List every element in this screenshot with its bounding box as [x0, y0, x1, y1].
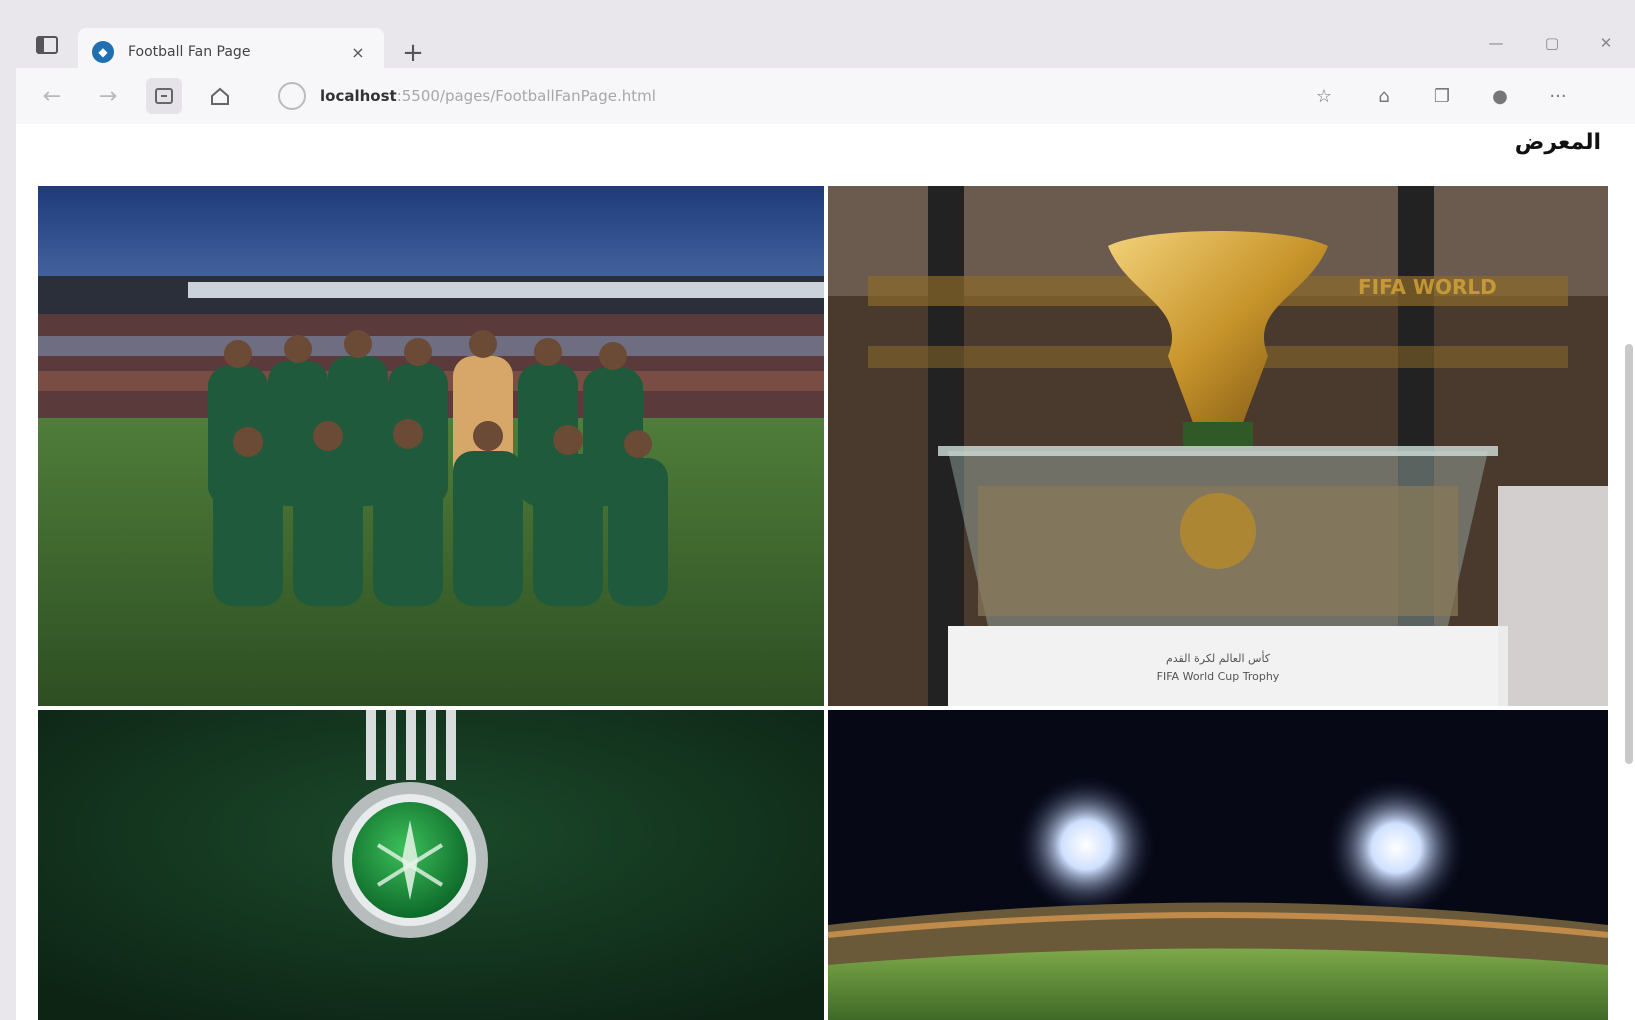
browser-window: ◆ Football Fan Page × + — ▢ ✕ ← → localh… — [0, 0, 1635, 1020]
page-title: المعرض — [1514, 130, 1601, 155]
stadium-icon — [828, 710, 1608, 1020]
browser-toolbar: ← → localhost :5500/pages/FootballFanPag… — [16, 68, 1635, 124]
address-bar[interactable]: localhost :5500/pages/FootballFanPage.ht… — [278, 76, 1328, 116]
more-menu-icon[interactable]: ··· — [1542, 80, 1574, 112]
minimize-icon[interactable]: — — [1476, 28, 1516, 58]
back-icon[interactable]: ← — [34, 78, 70, 114]
tab-strip: ◆ Football Fan Page × + — ▢ ✕ — [0, 8, 1635, 76]
trophy-icon: كأس العالم لكرة القدم FIFA World Cup Tro… — [828, 186, 1608, 706]
page-content: المعرض كأس العالم لكرة القدم FIFA World … — [16, 124, 1635, 1020]
trophy-banner-text: FIFA WORLD — [1358, 275, 1497, 299]
site-info-icon[interactable] — [278, 82, 306, 110]
site-favicon-icon: ◆ — [92, 41, 114, 63]
new-tab-button[interactable]: + — [398, 38, 428, 68]
gallery-image-stadium-night[interactable] — [828, 710, 1608, 1020]
trophy-caption-line1: كأس العالم لكرة القدم — [1166, 650, 1271, 665]
trophy-caption-line2: FIFA World Cup Trophy — [1157, 670, 1280, 683]
team-photo-icon — [38, 186, 824, 706]
emblem-icon — [38, 710, 824, 1020]
page-scrollbar[interactable] — [1625, 344, 1633, 764]
maximize-icon[interactable]: ▢ — [1532, 28, 1572, 58]
extensions-icon[interactable]: ⌂ — [1368, 80, 1400, 112]
url-path: :5500/pages/FootballFanPage.html — [396, 87, 656, 105]
collections-icon[interactable]: ❐ — [1426, 80, 1458, 112]
refresh-icon[interactable] — [146, 78, 182, 114]
tab-actions-icon[interactable] — [30, 30, 64, 60]
gallery-image-world-cup-trophy[interactable]: كأس العالم لكرة القدم FIFA World Cup Tro… — [828, 186, 1608, 706]
close-icon[interactable]: × — [346, 40, 370, 64]
home-icon[interactable] — [202, 78, 238, 114]
favorites-star-icon[interactable]: ☆ — [1308, 80, 1340, 112]
image-gallery: كأس العالم لكرة القدم FIFA World Cup Tro… — [38, 186, 1608, 1020]
close-window-icon[interactable]: ✕ — [1586, 28, 1626, 58]
tab-title: Football Fan Page — [128, 44, 251, 60]
profile-icon[interactable]: ● — [1484, 80, 1516, 112]
gallery-image-team-photo[interactable] — [38, 186, 824, 706]
url-host: localhost — [320, 87, 397, 105]
gallery-image-federation-logo[interactable] — [38, 710, 824, 1020]
forward-icon[interactable]: → — [90, 78, 126, 114]
